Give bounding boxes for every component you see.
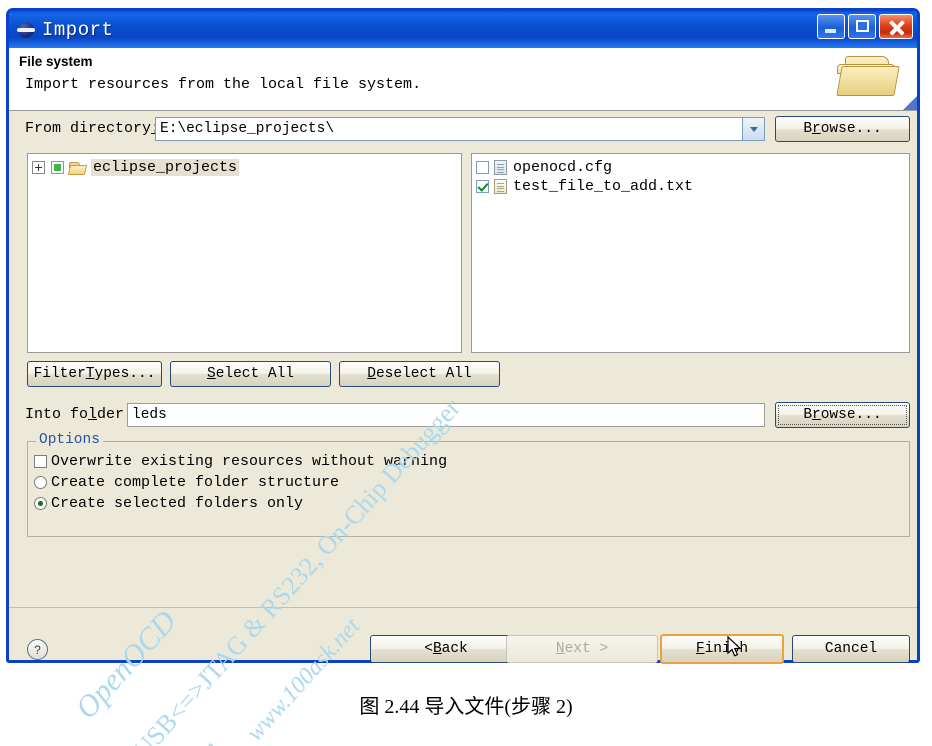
option-create-selected-only[interactable]: Create selected folders only xyxy=(34,493,447,514)
select-all-button[interactable]: Select All xyxy=(170,361,331,387)
next-button: Next > xyxy=(506,635,658,663)
chevron-down-icon[interactable] xyxy=(742,118,764,140)
into-folder-browse-button[interactable]: Br owse... xyxy=(775,402,910,428)
deselect-all-button[interactable]: Deselect All xyxy=(339,361,500,387)
open-folder-icon xyxy=(833,52,905,106)
figure-caption: 图 2.44 导入文件(步骤 2) xyxy=(359,696,573,718)
finish-button[interactable]: Finish xyxy=(660,634,784,664)
option-label: Overwrite existing resources without war… xyxy=(51,453,448,470)
list-item[interactable]: test_file_to_add.txt xyxy=(472,177,909,196)
tree-item-label: eclipse_projects xyxy=(91,159,240,176)
tree-item-eclipse-projects[interactable]: eclipse_projects xyxy=(28,158,461,177)
list-item[interactable]: openocd.cfg xyxy=(472,158,909,177)
from-directory-combo[interactable]: E:\eclipse_projects\ xyxy=(155,117,765,141)
into-folder-value[interactable]: leds xyxy=(128,407,167,423)
option-label: Create selected folders only xyxy=(51,495,304,512)
file-list-pane[interactable]: openocd.cfg test_file_to_add.txt xyxy=(471,153,910,353)
screenshot-root: Import File system Import resources from… xyxy=(0,0,932,746)
banner-corner-triangle xyxy=(903,96,917,110)
window-controls xyxy=(817,14,913,39)
minimize-icon[interactable] xyxy=(817,14,845,39)
source-tree-pane[interactable]: eclipse_projects xyxy=(27,153,462,353)
expand-plus-icon[interactable] xyxy=(32,161,45,174)
page-title: File system xyxy=(19,54,93,69)
dialog-body: From directory: E:\eclipse_projects\ Bro… xyxy=(9,111,917,664)
from-directory-row: From directory: xyxy=(25,120,160,137)
from-directory-input[interactable]: E:\eclipse_projects\ xyxy=(156,121,334,137)
maximize-icon[interactable] xyxy=(848,14,876,39)
cancel-button[interactable]: Cancel xyxy=(792,635,910,663)
create-selected-radio[interactable] xyxy=(34,497,47,510)
eclipse-sphere-icon xyxy=(17,21,35,39)
file-label: test_file_to_add.txt xyxy=(513,178,694,195)
wizard-banner: File system Import resources from the lo… xyxy=(9,48,917,111)
into-folder-label: Into folder: xyxy=(25,406,134,423)
folder-icon xyxy=(67,161,88,175)
footer-divider xyxy=(9,607,917,608)
file-label: openocd.cfg xyxy=(513,159,613,176)
file-checkbox[interactable] xyxy=(476,180,489,193)
watermark-text: 网 xyxy=(191,736,230,746)
from-directory-label: From directory: xyxy=(25,120,160,137)
from-directory-browse-button[interactable]: Br owse... xyxy=(775,116,910,142)
option-overwrite-existing[interactable]: Overwrite existing resources without war… xyxy=(34,451,447,472)
import-dialog: Import File system Import resources from… xyxy=(6,8,920,664)
help-button[interactable]: ? xyxy=(27,639,48,660)
tree-item-checkbox[interactable] xyxy=(51,161,64,174)
window-title: Import xyxy=(42,18,114,41)
overwrite-checkbox[interactable] xyxy=(34,455,47,468)
into-folder-input[interactable]: leds xyxy=(127,403,765,427)
file-checkbox[interactable] xyxy=(476,161,489,174)
options-legend: Options xyxy=(36,432,103,448)
close-icon[interactable] xyxy=(879,14,913,39)
title-bar: Import xyxy=(9,11,917,48)
back-button[interactable]: < Back xyxy=(370,635,522,663)
page-subtitle: Import resources from the local file sys… xyxy=(25,76,422,93)
filter-types-button[interactable]: Filter Types... xyxy=(27,361,162,387)
options-group: Options Overwrite existing resources wit… xyxy=(27,432,910,537)
create-complete-radio[interactable] xyxy=(34,476,47,489)
text-file-icon xyxy=(494,179,507,194)
option-create-complete-structure[interactable]: Create complete folder structure xyxy=(34,472,447,493)
into-folder-row: Into folder: xyxy=(25,406,133,423)
config-file-icon xyxy=(494,160,507,175)
option-label: Create complete folder structure xyxy=(51,474,340,491)
